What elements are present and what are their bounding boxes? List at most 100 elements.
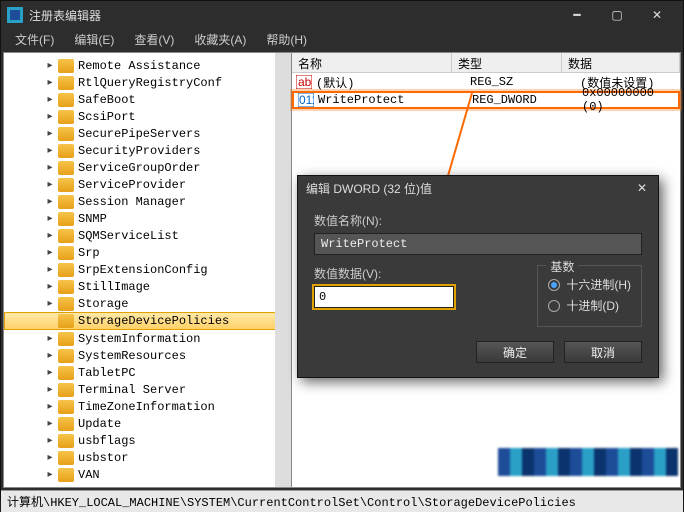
folder-icon [58, 178, 74, 192]
list-header: 名称 类型 数据 [292, 53, 680, 73]
expander-icon[interactable]: ▸ [44, 264, 56, 275]
radio-hex[interactable]: 十六进制(H) [548, 276, 631, 293]
tree-item-securepipeservers[interactable]: ▸ SecurePipeServers [4, 125, 291, 142]
menu-view[interactable]: 查看(V) [124, 29, 184, 50]
expander-icon[interactable]: ▸ [44, 111, 56, 122]
folder-icon [58, 451, 74, 465]
tree-item-label: Update [78, 417, 121, 431]
tree-scrollbar[interactable] [275, 53, 291, 487]
value-name: WriteProtect [318, 93, 472, 107]
expander-icon[interactable]: ▸ [44, 162, 56, 173]
tree-item-securityproviders[interactable]: ▸SecurityProviders [4, 142, 291, 159]
tree-item-srp[interactable]: ▸ Srp [4, 244, 291, 261]
tree-item-storagedevicepolicies[interactable]: StorageDevicePolicies [4, 312, 291, 330]
tree-item-usbflags[interactable]: ▸usbflags [4, 432, 291, 449]
expander-icon[interactable]: ▸ [44, 77, 56, 88]
expander-icon[interactable]: ▸ [44, 350, 56, 361]
tree-item-stillimage[interactable]: ▸StillImage [4, 278, 291, 295]
folder-icon [58, 383, 74, 397]
dialog-title: 编辑 DWORD (32 位)值 [306, 180, 634, 197]
expander-icon[interactable]: ▸ [44, 230, 56, 241]
statusbar-path: 计算机\HKEY_LOCAL_MACHINE\SYSTEM\CurrentCon… [1, 490, 683, 512]
folder-icon [58, 263, 74, 277]
value-type-icon: 011 [298, 93, 314, 107]
tree-item-sqmservicelist[interactable]: ▸SQMServiceList [4, 227, 291, 244]
col-header-type[interactable]: 类型 [452, 53, 562, 72]
window-title: 注册表编辑器 [29, 7, 557, 24]
expander-icon[interactable]: ▸ [44, 384, 56, 395]
folder-icon [58, 314, 74, 328]
titlebar: 注册表编辑器 ━ ▢ ✕ [1, 1, 683, 29]
menubar: 文件(F) 编辑(E) 查看(V) 收藏夹(A) 帮助(H) [1, 29, 683, 50]
tree-item-label: SNMP [78, 212, 107, 226]
tree-item-label: Session Manager [78, 195, 186, 209]
edit-dword-dialog: 编辑 DWORD (32 位)值 ✕ 数值名称(N): WriteProtect… [297, 175, 659, 378]
expander-icon[interactable]: ▸ [44, 94, 56, 105]
expander-icon[interactable]: ▸ [44, 128, 56, 139]
expander-icon[interactable]: ▸ [44, 196, 56, 207]
folder-icon [58, 280, 74, 294]
col-header-data[interactable]: 数据 [562, 53, 680, 72]
ok-button[interactable]: 确定 [476, 341, 554, 363]
tree-item-label: Srp [78, 246, 100, 260]
expander-icon[interactable]: ▸ [44, 60, 56, 71]
expander-icon[interactable]: ▸ [44, 213, 56, 224]
tree-item-label: Storage [78, 297, 128, 311]
tree-item-label: SecurePipeServers [78, 127, 200, 141]
tree-item-usbstor[interactable]: ▸ usbstor [4, 449, 291, 466]
radio-dec[interactable]: 十进制(D) [548, 297, 631, 314]
expander-icon[interactable]: ▸ [44, 367, 56, 378]
close-button[interactable]: ✕ [637, 1, 677, 29]
folder-icon [58, 127, 74, 141]
tree-item-systeminformation[interactable]: ▸SystemInformation [4, 330, 291, 347]
radio-dec-icon [548, 300, 560, 312]
expander-icon[interactable]: ▸ [44, 435, 56, 446]
expander-icon[interactable]: ▸ [44, 418, 56, 429]
cancel-button[interactable]: 取消 [564, 341, 642, 363]
tree-item-label: Remote Assistance [78, 59, 200, 73]
folder-icon [58, 93, 74, 107]
tree-item-servicegrouporder[interactable]: ▸ServiceGroupOrder [4, 159, 291, 176]
col-header-name[interactable]: 名称 [292, 53, 452, 72]
expander-icon[interactable]: ▸ [44, 401, 56, 412]
expander-icon[interactable]: ▸ [44, 179, 56, 190]
expander-icon[interactable]: ▸ [44, 281, 56, 292]
menu-favorites[interactable]: 收藏夹(A) [184, 29, 256, 50]
dialog-close-icon[interactable]: ✕ [634, 181, 650, 195]
tree-item-label: usbstor [78, 451, 128, 465]
folder-icon [58, 212, 74, 226]
tree-item-tabletpc[interactable]: ▸TabletPC [4, 364, 291, 381]
tree-item-serviceprovider[interactable]: ▸ServiceProvider [4, 176, 291, 193]
expander-icon[interactable]: ▸ [44, 247, 56, 258]
expander-icon[interactable]: ▸ [44, 298, 56, 309]
tree-item-label: SystemResources [78, 349, 186, 363]
tree-item-remote-assistance[interactable]: ▸ Remote Assistance [4, 57, 291, 74]
minimize-button[interactable]: ━ [557, 1, 597, 29]
tree-item-snmp[interactable]: ▸ SNMP [4, 210, 291, 227]
tree-item-systemresources[interactable]: ▸ SystemResources [4, 347, 291, 364]
tree-item-timezoneinformation[interactable]: ▸TimeZoneInformation [4, 398, 291, 415]
expander-icon[interactable]: ▸ [44, 469, 56, 480]
expander-icon[interactable]: ▸ [44, 452, 56, 463]
menu-edit[interactable]: 编辑(E) [64, 29, 124, 50]
tree-item-van[interactable]: ▸VAN [4, 466, 291, 483]
tree-item-terminal-server[interactable]: ▸Terminal Server [4, 381, 291, 398]
folder-icon [58, 366, 74, 380]
tree-item-scsiport[interactable]: ▸ScsiPort [4, 108, 291, 125]
menu-help[interactable]: 帮助(H) [256, 29, 317, 50]
expander-icon[interactable]: ▸ [44, 333, 56, 344]
value-data-input[interactable] [314, 286, 454, 308]
value-type: REG_SZ [470, 75, 580, 89]
value-type: REG_DWORD [472, 93, 582, 107]
tree-item-storage[interactable]: ▸ Storage [4, 295, 291, 312]
tree-item-rtlqueryregistryconf[interactable]: ▸RtlQueryRegistryConf [4, 74, 291, 91]
value-row[interactable]: 011WriteProtectREG_DWORD0x00000000 (0) [292, 91, 680, 109]
tree-item-update[interactable]: ▸ Update [4, 415, 291, 432]
expander-icon[interactable]: ▸ [44, 145, 56, 156]
maximize-button[interactable]: ▢ [597, 1, 637, 29]
tree-item-session-manager[interactable]: ▸ Session Manager [4, 193, 291, 210]
folder-icon [58, 417, 74, 431]
tree-item-safeboot[interactable]: ▸SafeBoot [4, 91, 291, 108]
tree-item-srpextensionconfig[interactable]: ▸SrpExtensionConfig [4, 261, 291, 278]
menu-file[interactable]: 文件(F) [5, 29, 64, 50]
